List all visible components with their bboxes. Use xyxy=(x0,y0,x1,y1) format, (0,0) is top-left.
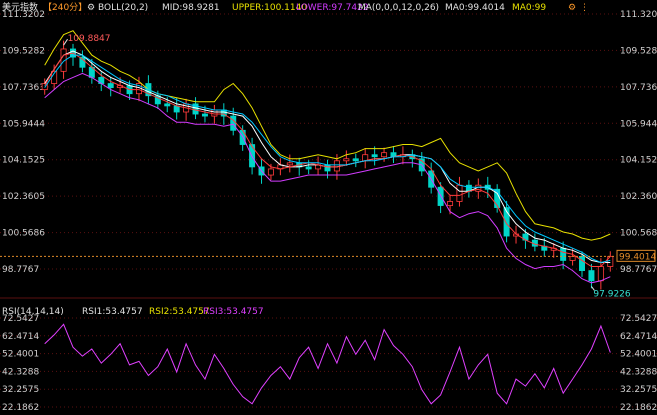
grid-lines xyxy=(0,13,657,299)
rsi-tick-right: 72.5427 xyxy=(620,314,657,324)
price-axis-left: 111.3202 109.5282 107.7363 105.9444 104.1525… xyxy=(2,10,45,275)
high-annotation: 109.8847 xyxy=(68,34,111,44)
ma-label: MA(0,0,0,12,0,26) xyxy=(358,3,439,13)
rsi-tick-left: 62.4714 xyxy=(2,332,39,342)
rsi-tick-right: 42.3288 xyxy=(620,367,657,377)
rsi-tick-left: 72.5427 xyxy=(2,314,39,324)
candle-body xyxy=(211,109,218,117)
candle-body xyxy=(230,115,237,131)
rsi1-value: RSI1:53.4757 xyxy=(82,307,143,317)
price-tick-right: 102.3605 xyxy=(620,192,657,202)
price-tick-left: 102.3605 xyxy=(2,192,45,202)
candle-body xyxy=(107,83,114,89)
price-tick-right: 98.7767 xyxy=(620,265,657,275)
candle-body xyxy=(579,255,586,272)
candle-body xyxy=(456,184,463,202)
rsi-tick-right: 62.4714 xyxy=(620,332,657,342)
candle-body xyxy=(305,166,312,170)
candle-body xyxy=(569,255,576,261)
rsi-series xyxy=(44,323,611,405)
price-tick-right: 104.1525 xyxy=(620,156,657,166)
price-tick-right: 107.7363 xyxy=(620,83,657,93)
price-tick-left: 111.3202 xyxy=(2,10,45,20)
candle-body xyxy=(371,154,378,158)
price-tick-right: 105.9444 xyxy=(620,119,657,129)
rsi-tick-left: 22.1862 xyxy=(2,403,39,413)
rsi-line xyxy=(44,323,611,405)
price-tick-right: 111.3202 xyxy=(620,10,657,20)
candle-body xyxy=(333,160,340,172)
price-tick-left: 109.5282 xyxy=(2,46,45,56)
boll-mid-value: MID:98.9281 xyxy=(162,3,220,13)
rsi-tick-left: 52.4001 xyxy=(2,350,39,360)
candle-body xyxy=(267,168,274,176)
more-icon[interactable]: ⋮ xyxy=(580,3,589,13)
candle-body xyxy=(201,113,208,117)
candle-body xyxy=(286,162,293,166)
rsi-tick-left: 32.2575 xyxy=(2,385,39,395)
rsi-axis-right: 72.5427 62.4714 52.4001 42.3288 32.2575 22.18… xyxy=(620,314,657,413)
candle-body xyxy=(164,103,171,107)
line-upper xyxy=(44,30,611,241)
ma0b-value: MA0:99 xyxy=(512,3,546,13)
candle-body xyxy=(362,154,369,162)
rsi-tick-left: 42.3288 xyxy=(2,367,39,377)
price-tick-left: 105.9444 xyxy=(2,119,45,129)
price-tick-left: 104.1525 xyxy=(2,156,45,166)
rsi-tick-right: 52.4001 xyxy=(620,350,657,360)
candle-body xyxy=(560,247,567,261)
kline-chart[interactable]: 美元指数 【240分】 ⚙ BOLL(20,2) MID:98.9281 UPP… xyxy=(0,0,657,415)
rsi-tick-right: 32.2575 xyxy=(620,385,657,395)
candle-body xyxy=(447,201,454,206)
price-axis-right: 111.3202 109.5282 107.7363 105.9444 104.1525… xyxy=(620,10,657,275)
candle-body xyxy=(324,164,331,172)
rsi2-value: RSI2:53.4757 xyxy=(149,307,210,317)
gear-icon[interactable]: ⚙ xyxy=(87,3,95,13)
price-tick-left: 107.7363 xyxy=(2,83,45,93)
last-price-value: 99.4014 xyxy=(619,252,656,262)
period-label[interactable]: 【240分】 xyxy=(43,2,87,13)
candle-body xyxy=(597,266,604,282)
price-tick-left: 98.7767 xyxy=(2,265,39,275)
settings-icon[interactable]: ⚙ xyxy=(568,3,576,13)
candle-body xyxy=(343,158,350,162)
rsi3-value: RSI3:53.4757 xyxy=(203,307,264,317)
ma0-value: MA0:99.4014 xyxy=(445,3,505,13)
boll-label: BOLL(20,2) xyxy=(98,3,148,13)
rsi-axis-left: 72.5427 62.4714 52.4001 42.3288 32.2575 22.18… xyxy=(2,314,39,413)
price-tick-right: 109.5282 xyxy=(620,46,657,56)
candle-body xyxy=(381,152,388,158)
price-tick-right: 100.5686 xyxy=(620,229,657,239)
candle-body xyxy=(352,158,359,162)
low-annotation: 97.9226 xyxy=(593,289,630,299)
candle-body xyxy=(588,270,595,282)
rsi-grid-lines xyxy=(0,317,657,408)
rsi-tick-right: 22.1862 xyxy=(620,403,657,413)
price-tick-left: 100.5686 xyxy=(2,229,45,239)
candle-body xyxy=(173,105,180,113)
